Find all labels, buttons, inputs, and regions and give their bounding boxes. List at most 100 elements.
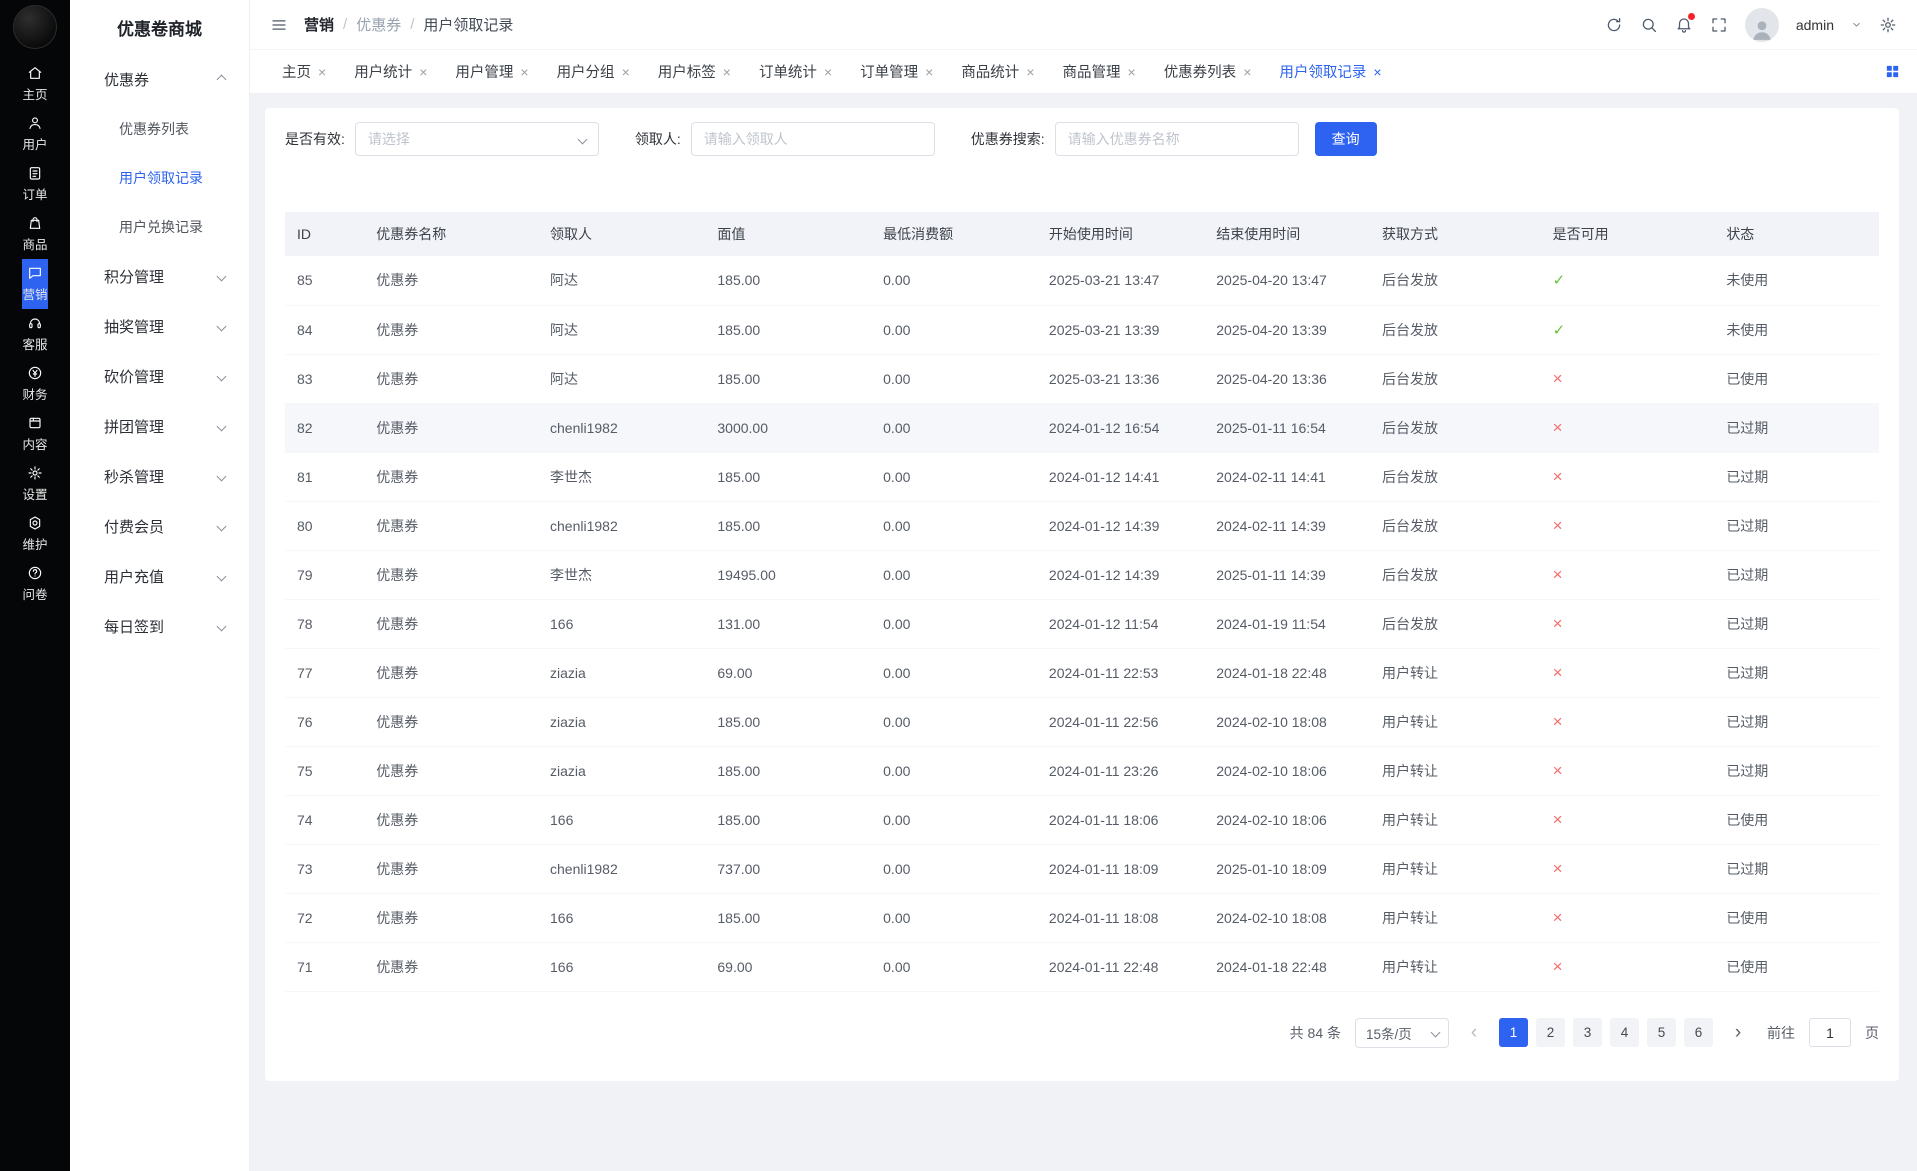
rail-item-marketing[interactable]: 营销 [22,259,48,309]
rail-item-order[interactable]: 订单 [22,159,48,209]
chevron-down-icon[interactable] [1851,19,1862,30]
page-button[interactable]: 3 [1573,1018,1602,1047]
tab-item[interactable]: 订单统计 × [745,50,846,93]
main-area: 营销 / 优惠券 / 用户领取记录 admin 主页 × 用户统计 × 用户管理 × 用户分组 × 用户… [250,0,1917,1171]
rail-item-settings[interactable]: 设置 [22,459,48,509]
cell-coupon-name: 优惠券 [366,452,541,502]
valid-filter-placeholder: 请选择 [367,131,410,147]
next-page-button[interactable]: › [1727,1023,1749,1042]
tab-item[interactable]: 商品统计 × [947,50,1048,93]
column-header: ID [285,212,367,256]
finance-icon [27,365,43,381]
tab-item[interactable]: 用户管理 × [441,50,542,93]
tab-grid-icon[interactable] [1884,63,1901,80]
page-button[interactable]: 2 [1536,1018,1565,1047]
submenu-group[interactable]: 抽奖管理 [70,301,249,351]
refresh-icon[interactable] [1605,16,1623,34]
search-button[interactable]: 查询 [1314,122,1377,156]
column-header: 面值 [707,212,874,256]
rail-item-goods[interactable]: 商品 [22,209,48,259]
submenu-item[interactable]: 优惠券列表 [70,104,249,153]
marketing-icon [27,265,43,281]
search-icon[interactable] [1640,16,1658,34]
receiver-input[interactable] [690,122,935,156]
cell-start-time: 2025-03-21 13:47 [1038,256,1207,306]
valid-filter-select[interactable]: 请选择 [354,122,599,156]
rail-item-user[interactable]: 用户 [22,109,48,159]
tab-close-icon[interactable]: × [520,65,528,79]
tab-item[interactable]: 用户统计 × [340,50,441,93]
rail-item-content[interactable]: 内容 [22,409,48,459]
submenu-item[interactable]: 用户兑换记录 [70,202,249,251]
user-icon [27,115,43,131]
tab-close-icon[interactable]: × [1128,65,1136,79]
tab-close-icon[interactable]: × [1243,65,1251,79]
prev-page-button[interactable]: ‹ [1463,1023,1485,1042]
page-button[interactable]: 1 [1499,1018,1528,1047]
cell-end-time: 2024-02-10 18:08 [1206,697,1373,747]
cell-receiver: 李世杰 [540,550,708,600]
tab-item[interactable]: 订单管理 × [846,50,947,93]
page-button[interactable]: 6 [1684,1018,1713,1047]
receiver-filter-group: 领取人: [635,122,935,156]
rail-item-service[interactable]: 客服 [22,309,48,359]
submenu-group[interactable]: 用户充值 [70,551,249,601]
breadcrumb-item[interactable]: 优惠券 [356,14,401,35]
usable-cross-icon: × [1552,760,1563,780]
tab-close-icon[interactable]: × [622,65,630,79]
icon-sidebar: 主页 用户订单商品 营销 客服 财务 内容 设置 维护 问卷 [0,0,70,1171]
rail-item-finance[interactable]: 财务 [22,359,48,409]
tab-item[interactable]: 用户领取记录 × [1265,50,1395,93]
username[interactable]: admin [1796,17,1834,33]
page-button[interactable]: 5 [1647,1018,1676,1047]
cell-id: 79 [285,550,367,600]
submenu-group[interactable]: 优惠券 [70,54,249,104]
breadcrumb-item[interactable]: 用户领取记录 [423,14,513,35]
tab-close-icon[interactable]: × [925,65,933,79]
submenu-group[interactable]: 秒杀管理 [70,451,249,501]
maintenance-icon [27,515,43,531]
submenu-group[interactable]: 砍价管理 [70,351,249,401]
tab-close-icon[interactable]: × [824,65,832,79]
submenu-group-label: 抽奖管理 [104,318,165,336]
tab-item[interactable]: 用户标签 × [644,50,745,93]
rail-item-label: 订单 [22,188,48,202]
tab-close-icon[interactable]: × [318,65,326,79]
submenu-group[interactable]: 付费会员 [70,501,249,551]
cell-coupon-name: 优惠券 [366,844,541,894]
fullscreen-icon[interactable] [1710,16,1728,34]
tab-item[interactable]: 优惠券列表 × [1150,50,1266,93]
submenu-group[interactable]: 每日签到 [70,601,249,651]
tab-item[interactable]: 主页 × [268,50,340,93]
cell-status: 未使用 [1716,305,1879,355]
avatar[interactable] [1744,7,1779,42]
tab-close-icon[interactable]: × [1373,65,1381,79]
tab-close-icon[interactable]: × [723,65,731,79]
page-size-select[interactable]: 15条/页 [1355,1017,1449,1048]
tab-item[interactable]: 商品管理 × [1049,50,1150,93]
tab-close-icon[interactable]: × [419,65,427,79]
cell-start-time: 2024-01-11 18:06 [1038,795,1207,845]
submenu-group[interactable]: 积分管理 [70,251,249,301]
gear-icon[interactable] [1879,16,1897,34]
submenu-item[interactable]: 用户领取记录 [70,153,249,202]
hamburger-icon[interactable] [270,16,288,34]
cell-start-time: 2025-03-21 13:36 [1038,354,1207,404]
submenu-group[interactable]: 拼团管理 [70,401,249,451]
goto-page-input[interactable] [1809,1018,1851,1047]
app-logo[interactable] [13,5,57,49]
coupon-search-input[interactable] [1054,122,1299,156]
usable-cross-icon: × [1552,956,1563,976]
rail-item-survey[interactable]: 问卷 [22,559,48,609]
rail-item-maintenance[interactable]: 维护 [22,509,48,559]
submenu-group-label: 积分管理 [104,268,165,286]
page-button[interactable]: 4 [1610,1018,1639,1047]
cell-end-time: 2025-04-20 13:47 [1206,256,1373,306]
cell-method: 用户转让 [1372,844,1543,894]
rail-item-home[interactable]: 主页 [22,59,48,109]
tab-item[interactable]: 用户分组 × [543,50,644,93]
settings-icon [27,465,43,481]
tab-close-icon[interactable]: × [1026,65,1034,79]
cell-receiver: 166 [540,599,708,649]
notification-bell-icon[interactable] [1675,12,1695,34]
